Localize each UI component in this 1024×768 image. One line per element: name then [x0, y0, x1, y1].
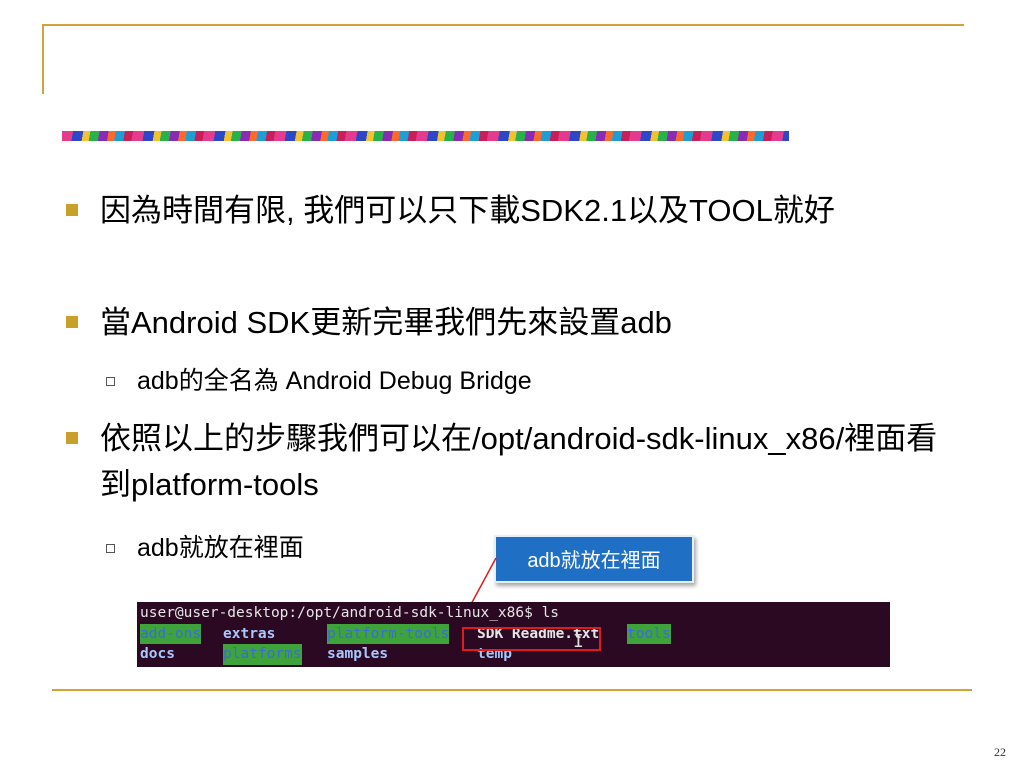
text-cursor-icon: I [573, 631, 584, 652]
dir-samples: samples [327, 646, 389, 662]
dir-add-ons: add-ons [140, 623, 202, 644]
terminal-screenshot: user@user-desktop:/opt/android-sdk-linux… [137, 602, 890, 667]
terminal-prompt: user@user-desktop:/opt/android-sdk-linux… [140, 605, 560, 621]
frame-bottom-line [52, 689, 972, 691]
terminal-prompt-line: user@user-desktop:/opt/android-sdk-linux… [137, 603, 890, 624]
dir-platforms: platforms [223, 644, 302, 665]
dir-extras: extras [223, 625, 276, 642]
dir-docs: docs [140, 646, 175, 662]
dir-tools: tools [627, 623, 671, 644]
page-number: 22 [994, 745, 1006, 759]
dir-platform-tools: platform-tools [327, 623, 450, 644]
